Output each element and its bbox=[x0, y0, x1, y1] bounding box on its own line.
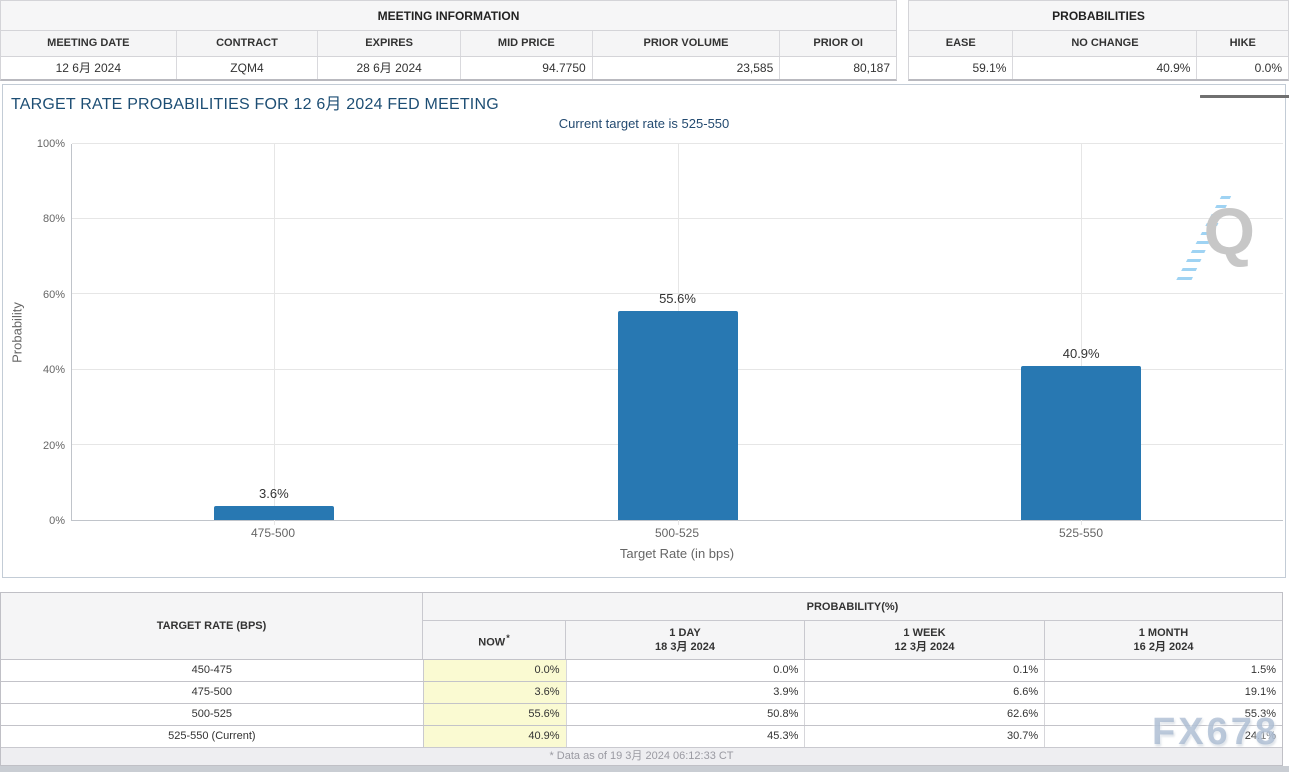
category-column-525-550: 40.9% bbox=[879, 144, 1283, 520]
table-row-500-525: 500-525 55.6% 50.8% 62.6% 55.3% bbox=[1, 703, 1282, 725]
meeting-date-value: 12 6月 2024 bbox=[1, 57, 177, 79]
probability-bar-500-525[interactable] bbox=[618, 311, 738, 520]
header-ease: EASE bbox=[909, 31, 1013, 56]
x-axis-title: Target Rate (in bps) bbox=[71, 546, 1283, 561]
mid-price-value: 94.7750 bbox=[461, 57, 593, 79]
table-row-525-550-current: 525-550 (Current) 40.9% 45.3% 30.7% 24.1… bbox=[1, 725, 1282, 747]
probability-bar-475-500[interactable] bbox=[214, 506, 334, 520]
probabilities-summary-data-row: 59.1% 40.9% 0.0% bbox=[909, 57, 1288, 79]
expires-value: 28 6月 2024 bbox=[318, 57, 461, 79]
meeting-information-title: MEETING INFORMATION bbox=[1, 1, 896, 31]
category-column-500-525: 55.6% bbox=[476, 144, 880, 520]
header-mid-price: MID PRICE bbox=[461, 31, 593, 56]
contract-value: ZQM4 bbox=[177, 57, 319, 79]
header-1-week: 1 WEEK 12 3月 2024 bbox=[805, 621, 1045, 659]
one-week-cell: 30.7% bbox=[805, 726, 1045, 747]
one-week-cell: 0.1% bbox=[805, 660, 1045, 681]
table-row-450-475: 450-475 0.0% 0.0% 0.1% 1.5% bbox=[1, 659, 1282, 681]
header-1-day: 1 DAY 18 3月 2024 bbox=[566, 621, 805, 659]
ease-value: 59.1% bbox=[909, 57, 1013, 79]
no-change-value: 40.9% bbox=[1013, 57, 1197, 79]
y-tick-80: 80% bbox=[3, 213, 65, 225]
category-column-475-500: 3.6% bbox=[72, 144, 476, 520]
one-month-cell: 1.5% bbox=[1045, 660, 1282, 681]
one-day-cell: 3.9% bbox=[567, 682, 806, 703]
prior-oi-value: 80,187 bbox=[780, 57, 896, 79]
table-header: TARGET RATE (BPS) PROBABILITY(%) NOW* 1 … bbox=[1, 593, 1282, 659]
x-axis-labels: 475-500 500-525 525-550 bbox=[71, 526, 1283, 540]
one-month-cell: 19.1% bbox=[1045, 682, 1282, 703]
x-tick-525-550: 525-550 bbox=[879, 526, 1283, 540]
now-cell: 40.9% bbox=[424, 726, 567, 747]
header-prior-volume: PRIOR VOLUME bbox=[593, 31, 781, 56]
hike-value: 0.0% bbox=[1197, 57, 1288, 79]
y-tick-100: 100% bbox=[3, 138, 65, 150]
header-now: NOW* bbox=[423, 621, 566, 659]
now-cell: 55.6% bbox=[424, 704, 567, 725]
one-day-cell: 50.8% bbox=[567, 704, 806, 725]
rate-cell: 450-475 bbox=[1, 660, 424, 681]
now-asterisk: * bbox=[506, 633, 510, 643]
one-month-cell: 55.3% bbox=[1045, 704, 1282, 725]
one-week-cell: 6.6% bbox=[805, 682, 1045, 703]
y-tick-20: 20% bbox=[3, 440, 65, 452]
meeting-information-table: MEETING INFORMATION MEETING DATE CONTRAC… bbox=[0, 0, 897, 81]
probabilities-summary-title: PROBABILITIES bbox=[909, 1, 1288, 31]
bottom-strip bbox=[0, 766, 1289, 772]
header-target-rate-bps: TARGET RATE (BPS) bbox=[1, 593, 423, 659]
x-tick-500-525: 500-525 bbox=[475, 526, 879, 540]
header-probability-group: PROBABILITY(%) bbox=[423, 593, 1282, 621]
now-cell: 0.0% bbox=[424, 660, 567, 681]
header-1-month: 1 MONTH 16 2月 2024 bbox=[1045, 621, 1282, 659]
vertical-gridline bbox=[274, 144, 275, 525]
header-contract: CONTRACT bbox=[177, 31, 319, 56]
meeting-information-header-row: MEETING DATE CONTRACT EXPIRES MID PRICE … bbox=[1, 31, 896, 57]
header-meeting-date: MEETING DATE bbox=[1, 31, 177, 56]
chart-subtitle: Current target rate is 525-550 bbox=[3, 116, 1285, 131]
header-hike: HIKE bbox=[1197, 31, 1288, 56]
meeting-information-data-row: 12 6月 2024 ZQM4 28 6月 2024 94.7750 23,58… bbox=[1, 57, 896, 79]
probability-bar-525-550[interactable] bbox=[1021, 366, 1141, 520]
y-tick-0: 0% bbox=[3, 515, 65, 527]
probability-history-table: TARGET RATE (BPS) PROBABILITY(%) NOW* 1 … bbox=[0, 592, 1283, 766]
one-week-cell: 62.6% bbox=[805, 704, 1045, 725]
rate-cell: 475-500 bbox=[1, 682, 424, 703]
y-axis-title: Probability bbox=[10, 283, 25, 383]
bar-value-label: 3.6% bbox=[72, 486, 476, 501]
chart-title: TARGET RATE PROBABILITIES FOR 12 6月 2024… bbox=[11, 90, 499, 114]
one-day-cell: 45.3% bbox=[567, 726, 806, 747]
header-prior-oi: PRIOR OI bbox=[780, 31, 896, 56]
one-day-cell: 0.0% bbox=[567, 660, 806, 681]
bar-value-label: 55.6% bbox=[476, 291, 880, 306]
chart-plot-area: 3.6% 55.6% 40.9% Q bbox=[71, 144, 1283, 521]
target-rate-chart-panel: TARGET RATE PROBABILITIES FOR 12 6月 2024… bbox=[2, 84, 1286, 578]
now-cell: 3.6% bbox=[424, 682, 567, 703]
probabilities-summary-table: PROBABILITIES EASE NO CHANGE HIKE 59.1% … bbox=[908, 0, 1289, 81]
one-month-cell: 24.1% bbox=[1045, 726, 1282, 747]
data-as-of-footnote: * Data as of 19 3月 2024 06:12:33 CT bbox=[1, 747, 1282, 765]
prior-volume-value: 23,585 bbox=[593, 57, 781, 79]
header-expires: EXPIRES bbox=[318, 31, 461, 56]
rate-cell: 500-525 bbox=[1, 704, 424, 725]
x-tick-475-500: 475-500 bbox=[71, 526, 475, 540]
probabilities-summary-header-row: EASE NO CHANGE HIKE bbox=[909, 31, 1288, 57]
table-row-475-500: 475-500 3.6% 3.9% 6.6% 19.1% bbox=[1, 681, 1282, 703]
header-no-change: NO CHANGE bbox=[1013, 31, 1197, 56]
bar-value-label: 40.9% bbox=[879, 346, 1283, 361]
rate-cell: 525-550 (Current) bbox=[1, 726, 424, 747]
